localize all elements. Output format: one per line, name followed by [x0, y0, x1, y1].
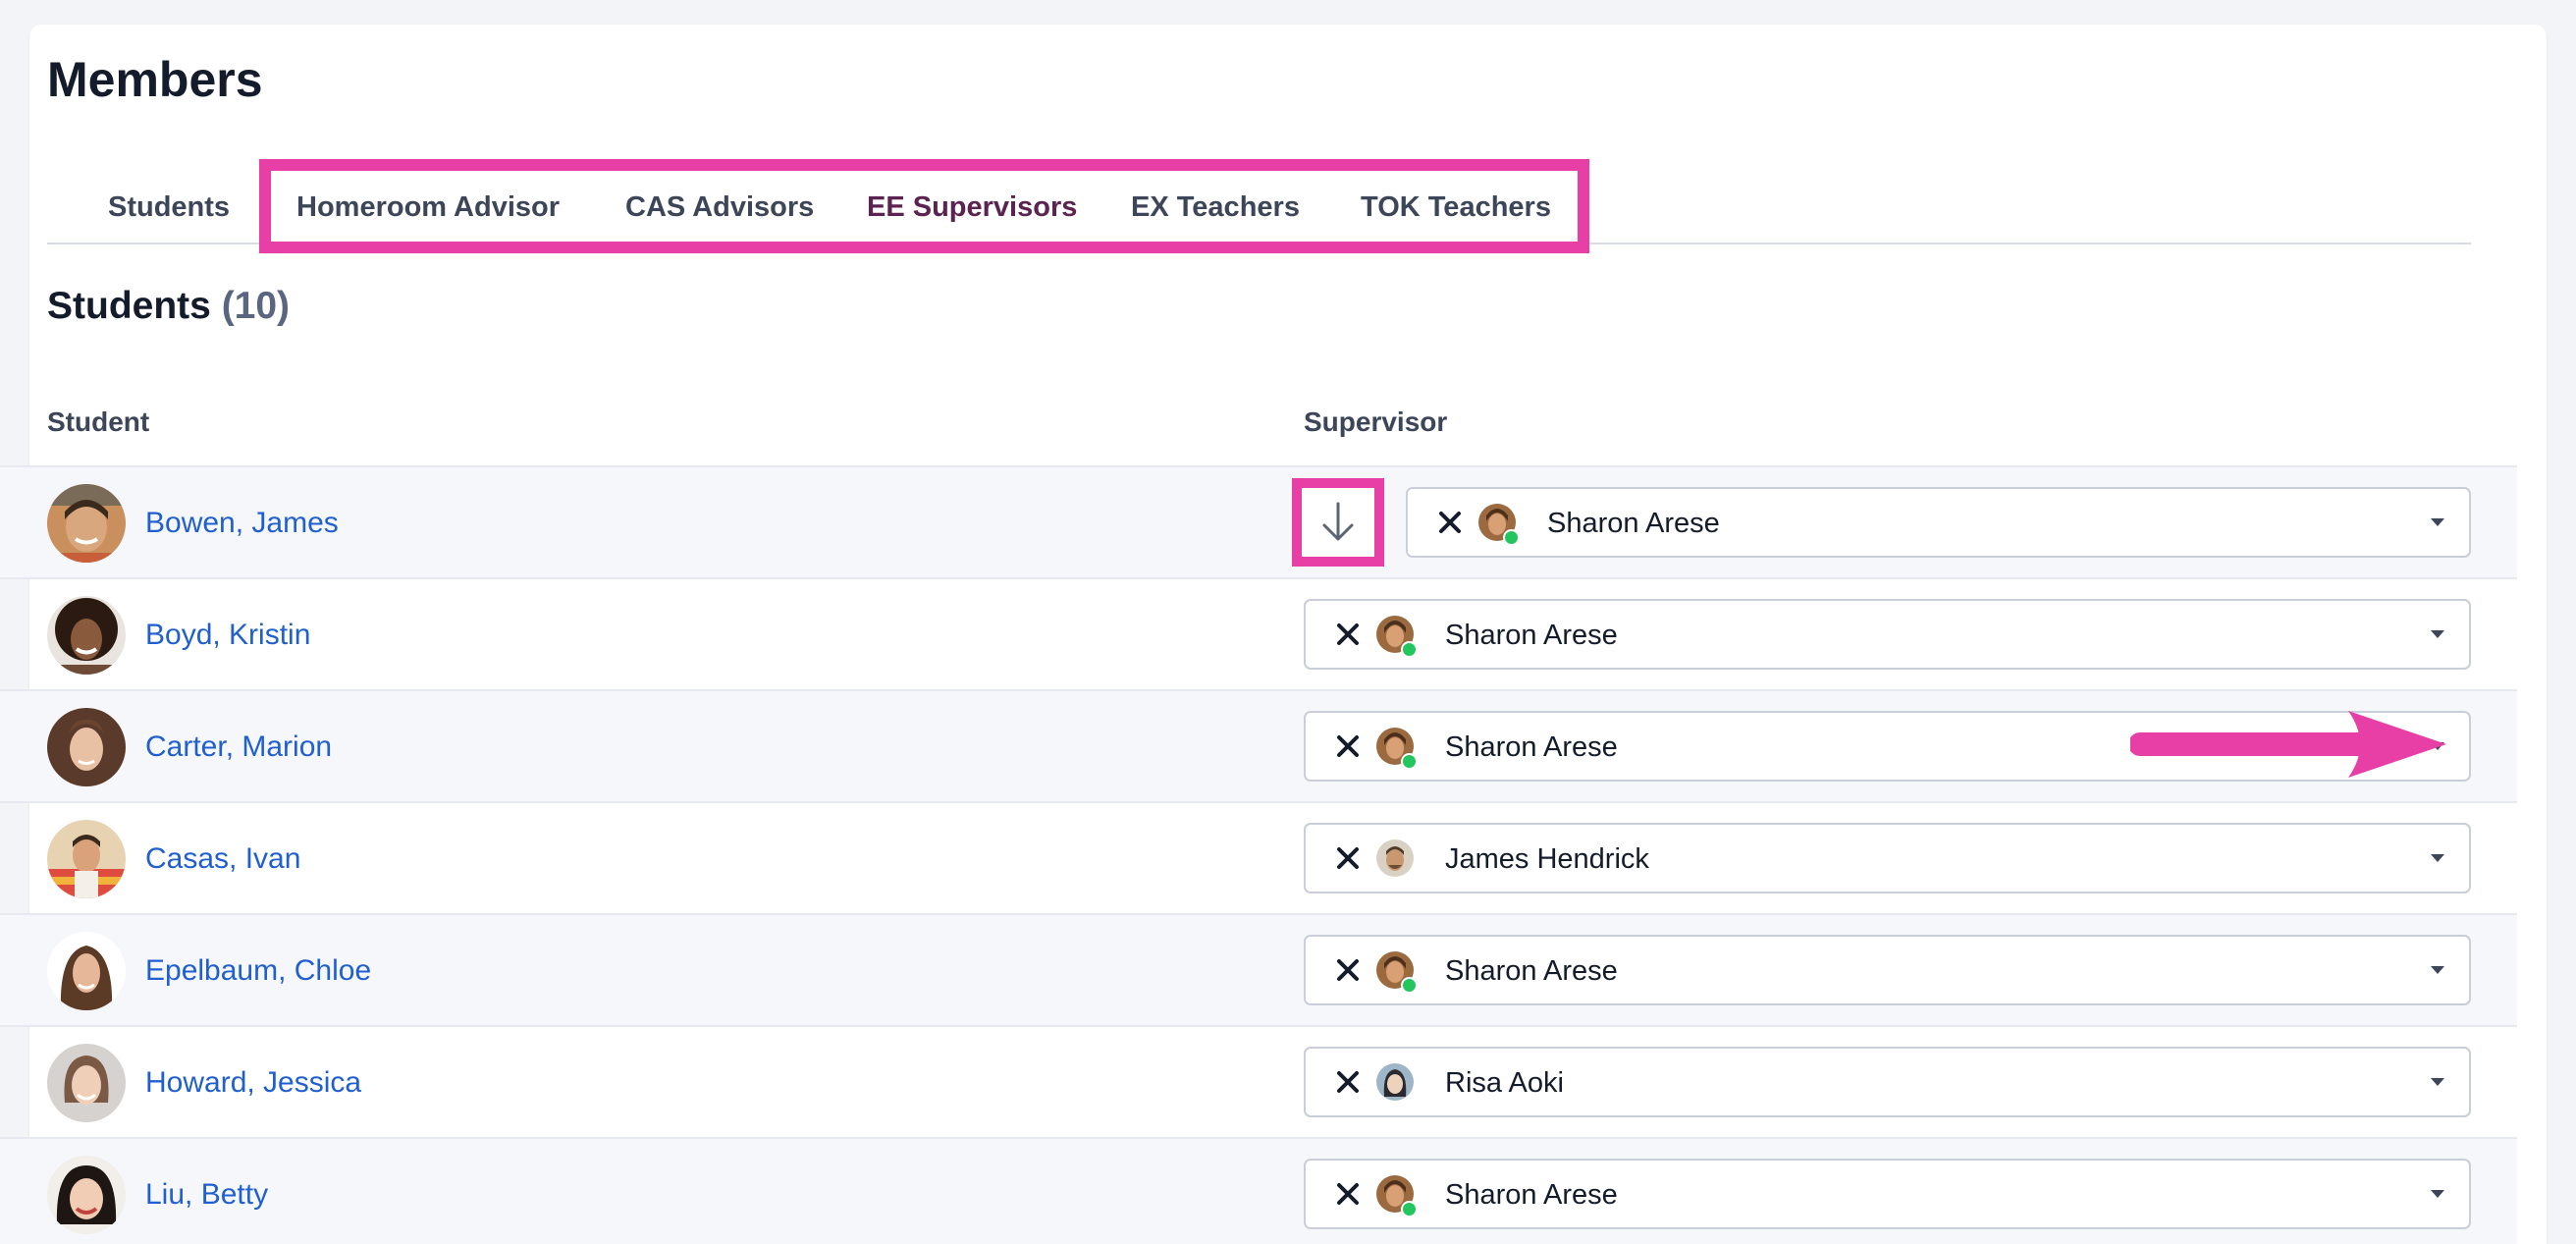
online-status-dot: [1401, 753, 1418, 770]
section-title-label: Students: [47, 285, 211, 327]
online-status-dot: [1401, 1201, 1418, 1217]
student-name-link[interactable]: Epelbaum, Chloe: [145, 954, 371, 988]
students-table: Bowen, James Sharon Arese Boyd, Kristin …: [0, 465, 2517, 1244]
tab-students[interactable]: Students: [108, 191, 230, 224]
supervisor-select[interactable]: Sharon Arese: [1304, 1159, 2471, 1229]
supervisor-name: Sharon Arese: [1445, 955, 1618, 987]
supervisor-avatar: [1376, 1063, 1414, 1101]
tab-ex-teachers[interactable]: EX Teachers: [1131, 191, 1300, 224]
online-status-dot: [1503, 529, 1520, 546]
student-avatar: [47, 1156, 126, 1234]
supervisor-name: James Hendrick: [1445, 843, 1649, 875]
student-avatar: [47, 708, 126, 786]
student-avatar: [47, 596, 126, 675]
table-row: Howard, Jessica Risa Aoki: [0, 1025, 2517, 1137]
supervisor-name: Sharon Arese: [1445, 731, 1618, 763]
supervisor-select[interactable]: Risa Aoki: [1304, 1047, 2471, 1117]
close-icon[interactable]: [1331, 618, 1365, 651]
close-icon[interactable]: [1331, 841, 1365, 875]
close-icon[interactable]: [1331, 953, 1365, 987]
supervisor-name: Sharon Arese: [1445, 1179, 1618, 1211]
table-row: Liu, Betty Sharon Arese: [0, 1137, 2517, 1244]
tab-cas-advisors[interactable]: CAS Advisors: [625, 191, 814, 224]
student-count: (10): [221, 285, 291, 327]
online-status-dot: [1401, 641, 1418, 658]
student-avatar: [47, 1044, 126, 1122]
student-avatar: [47, 932, 126, 1010]
tab-tok-teachers[interactable]: TOK Teachers: [1361, 191, 1551, 224]
caret-down-icon[interactable]: [2430, 852, 2445, 864]
supervisor-select[interactable]: Sharon Arese: [1304, 711, 2471, 782]
close-icon[interactable]: [1331, 730, 1365, 763]
tab-ee-supervisors[interactable]: EE Supervisors: [867, 191, 1077, 224]
table-row: Epelbaum, Chloe Sharon Arese: [0, 913, 2517, 1025]
supervisor-select[interactable]: Sharon Arese: [1304, 935, 2471, 1005]
online-status-dot: [1401, 977, 1418, 994]
tab-homeroom-advisor[interactable]: Homeroom Advisor: [296, 191, 560, 224]
student-name-link[interactable]: Bowen, James: [145, 507, 339, 540]
table-row: Casas, Ivan James Hendrick: [0, 801, 2517, 913]
supervisor-name: Sharon Arese: [1445, 620, 1618, 651]
arrow-down-icon: [1322, 502, 1354, 541]
table-row: Bowen, James Sharon Arese: [0, 465, 2517, 577]
close-icon[interactable]: [1331, 1177, 1365, 1211]
table-row: Carter, Marion Sharon Arese: [0, 689, 2517, 801]
page-title: Members: [47, 52, 263, 107]
caret-down-icon[interactable]: [2430, 1188, 2445, 1200]
supervisor-name: Risa Aoki: [1445, 1067, 1564, 1099]
student-name-link[interactable]: Howard, Jessica: [145, 1066, 361, 1100]
student-avatar: [47, 820, 126, 898]
column-header-supervisor: Supervisor: [1304, 406, 1448, 437]
close-icon[interactable]: [1433, 506, 1467, 539]
caret-down-icon[interactable]: [2430, 740, 2445, 752]
student-avatar: [47, 484, 126, 563]
supervisor-name: Sharon Arese: [1547, 508, 1720, 539]
member-tabs: Students Homeroom Advisor CAS Advisors E…: [47, 162, 2471, 244]
student-name-link[interactable]: Casas, Ivan: [145, 842, 300, 876]
supervisor-select[interactable]: Sharon Arese: [1304, 599, 2471, 670]
supervisor-select[interactable]: James Hendrick: [1304, 823, 2471, 893]
fill-down-button[interactable]: [1292, 478, 1384, 567]
caret-down-icon[interactable]: [2430, 628, 2445, 640]
supervisor-avatar: [1376, 839, 1414, 877]
supervisor-select[interactable]: Sharon Arese: [1406, 487, 2471, 558]
caret-down-icon[interactable]: [2430, 1076, 2445, 1088]
table-row: Boyd, Kristin Sharon Arese: [0, 577, 2517, 689]
student-name-link[interactable]: Boyd, Kristin: [145, 619, 310, 652]
student-name-link[interactable]: Carter, Marion: [145, 730, 332, 764]
section-title: Students (10): [47, 285, 290, 328]
caret-down-icon[interactable]: [2430, 964, 2445, 976]
caret-down-icon[interactable]: [2430, 516, 2445, 528]
student-name-link[interactable]: Liu, Betty: [145, 1178, 268, 1212]
close-icon[interactable]: [1331, 1065, 1365, 1099]
column-header-student: Student: [47, 406, 150, 437]
